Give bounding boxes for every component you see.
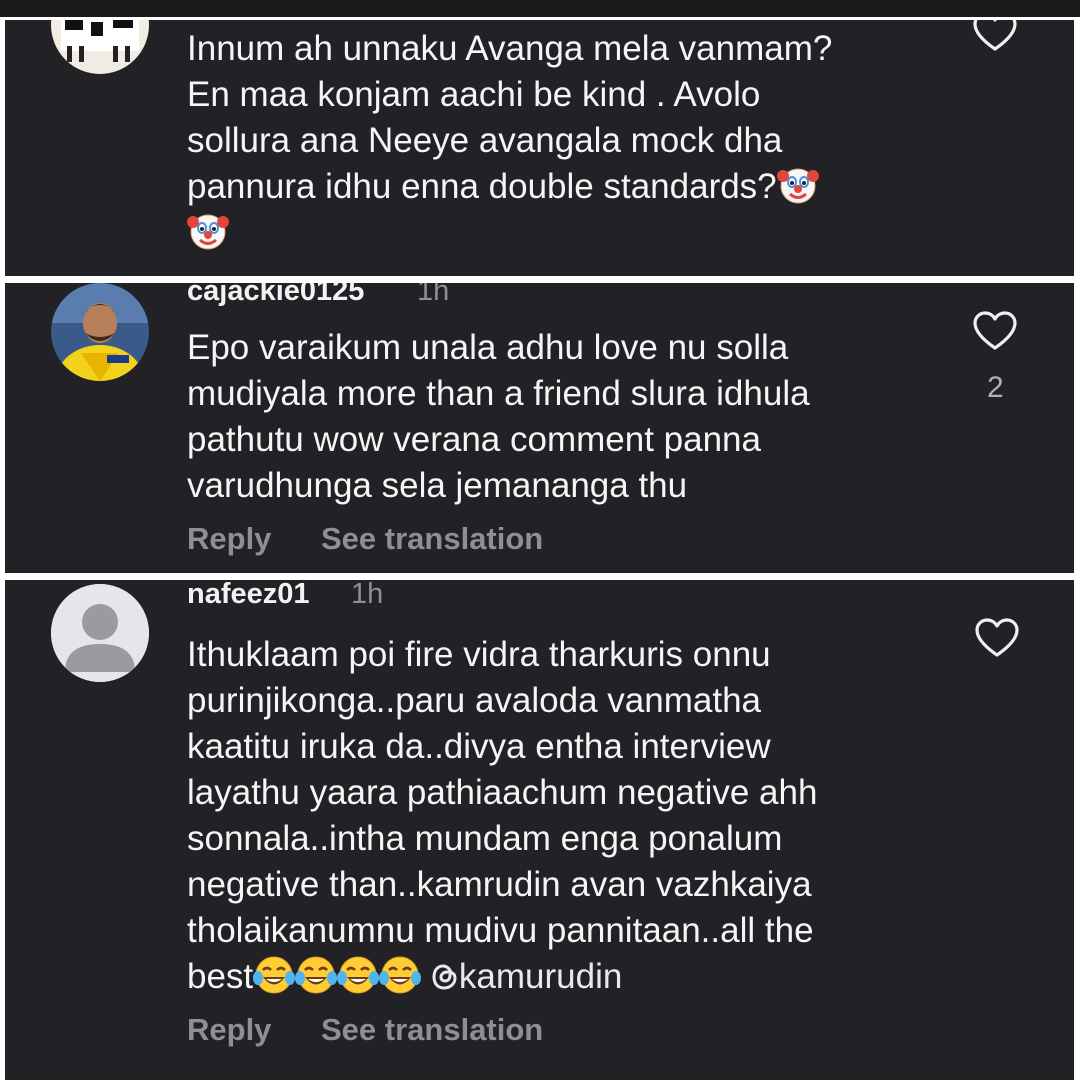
- like-heart-icon[interactable]: [975, 618, 1019, 658]
- tears-of-joy-emoji: [295, 954, 338, 1000]
- comment-timestamp: 1h: [417, 283, 450, 307]
- like-count: 2: [987, 371, 1004, 404]
- clown-face-emoji: [187, 210, 229, 256]
- reply-button[interactable]: Reply: [187, 521, 271, 557]
- tears-of-joy-emoji: [337, 954, 380, 1000]
- comment-text: Innum ah unnaku Avanga mela vanmam? En m…: [187, 26, 967, 256]
- comment-item: Innum ah unnaku Avanga mela vanmam? En m…: [5, 20, 1074, 276]
- avatar[interactable]: [51, 20, 149, 74]
- see-translation-button[interactable]: See translation: [321, 1012, 543, 1048]
- like-heart-icon[interactable]: [973, 20, 1017, 52]
- comment-timestamp: 1h: [351, 580, 384, 610]
- comment-text: Ithuklaam poi fire vidra tharkuris onnu …: [187, 632, 967, 1000]
- threads-icon: [431, 954, 459, 1000]
- comment-username[interactable]: cajackie0125: [187, 283, 364, 308]
- reply-button[interactable]: Reply: [187, 1012, 271, 1048]
- avatar[interactable]: [51, 283, 149, 381]
- like-heart-icon[interactable]: [973, 311, 1017, 351]
- clown-face-emoji: [776, 164, 819, 210]
- default-avatar-icon[interactable]: [51, 584, 149, 682]
- mention-link[interactable]: kamurudin: [459, 957, 622, 996]
- comment-text: Epo varaikum unala adhu love nu solla mu…: [187, 328, 810, 505]
- comment-item: nafeez01 1h Ithuklaam poi fire vidra tha…: [5, 580, 1074, 1080]
- tears-of-joy-emoji: [379, 954, 422, 1000]
- comment-item: cajackie0125 1h Epo varaikum unala adhu …: [5, 283, 1074, 573]
- see-translation-button[interactable]: See translation: [321, 521, 543, 557]
- comment-username[interactable]: nafeez01: [187, 580, 310, 611]
- status-bar-edge: [0, 0, 1080, 17]
- tears-of-joy-emoji: [253, 954, 296, 1000]
